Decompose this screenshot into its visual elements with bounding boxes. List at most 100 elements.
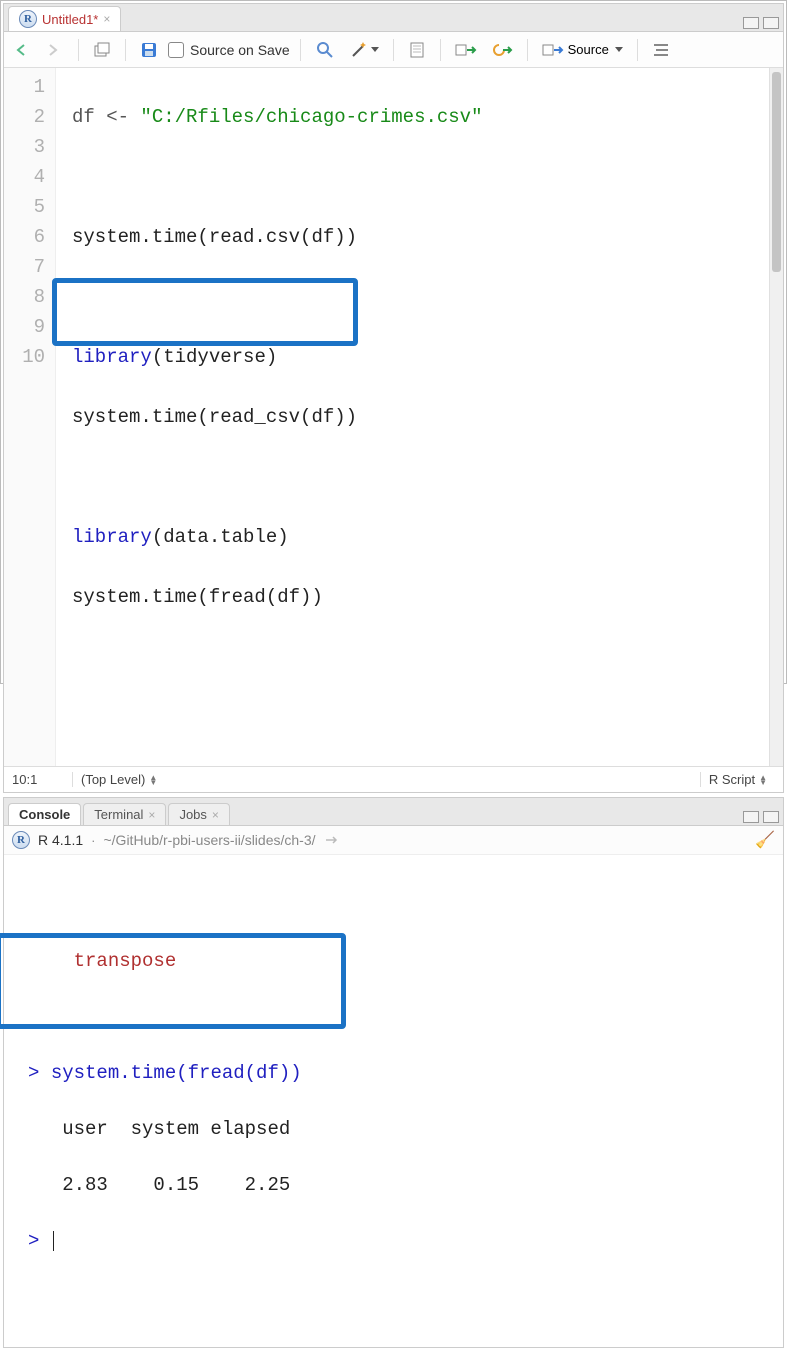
language-label: R Script xyxy=(709,772,755,787)
separator xyxy=(393,39,394,61)
chevron-down-icon xyxy=(371,47,379,52)
wand-icon xyxy=(349,40,369,60)
editor-pane: R Untitled1* × Source on Save xyxy=(3,3,784,793)
console-tabstrip: Console Terminal × Jobs × xyxy=(4,798,783,826)
separator xyxy=(527,39,528,61)
maximize-pane-icon[interactable] xyxy=(763,811,779,823)
console-line: user system elapsed xyxy=(28,1115,771,1143)
linenum: 3 xyxy=(8,132,45,162)
prompt-icon: > xyxy=(28,1062,51,1084)
minimize-pane-icon[interactable] xyxy=(743,811,759,823)
source-on-save-checkbox[interactable] xyxy=(168,42,184,58)
tab-label: Terminal xyxy=(94,807,143,822)
arrow-right-icon xyxy=(46,43,64,57)
notebook-icon xyxy=(408,41,426,59)
source-on-save-label: Source on Save xyxy=(190,42,290,58)
scope-selector[interactable]: (Top Level) ▲▼ xyxy=(72,772,165,787)
close-icon[interactable]: × xyxy=(103,12,110,26)
editor-scrollbar[interactable] xyxy=(769,68,783,766)
window-controls xyxy=(743,811,779,825)
prompt-icon: > xyxy=(28,1230,51,1252)
linenum: 1 xyxy=(8,72,45,102)
scope-label: (Top Level) xyxy=(81,772,145,787)
wd-arrow-icon[interactable] xyxy=(324,834,340,846)
rerun-button[interactable] xyxy=(487,38,517,62)
tab-jobs[interactable]: Jobs × xyxy=(168,803,229,825)
language-selector[interactable]: R Script ▲▼ xyxy=(700,772,775,787)
linenum: 10 xyxy=(8,342,45,372)
code-text[interactable]: df <- "C:/Rfiles/chicago-crimes.csv" sys… xyxy=(56,68,783,766)
updown-icon: ▲▼ xyxy=(149,775,157,785)
code-tools-button[interactable] xyxy=(345,38,383,62)
code-token: df <- xyxy=(72,106,140,128)
back-button[interactable] xyxy=(10,38,36,62)
working-directory: ~/GitHub/r-pbi-users-ii/slides/ch-3/ xyxy=(103,832,315,848)
close-icon[interactable]: × xyxy=(148,808,155,822)
tab-title: Untitled1* xyxy=(42,12,98,27)
forward-button[interactable] xyxy=(42,38,68,62)
show-in-new-window-button[interactable] xyxy=(89,38,115,62)
tab-label: Jobs xyxy=(179,807,206,822)
clear-console-icon[interactable]: 🧹 xyxy=(755,830,775,850)
editor-tabstrip: R Untitled1* × xyxy=(4,4,783,32)
outline-button[interactable] xyxy=(648,38,674,62)
editor-statusbar: 10:1 (Top Level) ▲▼ R Script ▲▼ xyxy=(4,766,783,792)
code-line: system.time(fread(df)) xyxy=(72,582,781,612)
minimize-pane-icon[interactable] xyxy=(743,17,759,29)
separator xyxy=(78,39,79,61)
popout-icon xyxy=(93,42,111,58)
separator xyxy=(125,39,126,61)
linenum: 2 xyxy=(8,102,45,132)
updown-icon: ▲▼ xyxy=(759,775,767,785)
window-controls xyxy=(743,17,779,31)
tab-console[interactable]: Console xyxy=(8,803,81,825)
scrollbar-thumb[interactable] xyxy=(772,72,781,272)
separator xyxy=(300,39,301,61)
rerun-icon xyxy=(491,42,513,58)
r-script-icon: R xyxy=(19,10,37,28)
r-version: R 4.1.1 xyxy=(38,832,83,848)
console-line: transpose xyxy=(28,947,771,975)
separator xyxy=(637,39,638,61)
code-token: (data.table) xyxy=(152,526,289,548)
linenum: 7 xyxy=(8,252,45,282)
arrow-left-icon xyxy=(14,43,32,57)
console-command: system.time(fread(df)) xyxy=(51,1062,302,1084)
console-info-bar: R R 4.1.1 · ~/GitHub/r-pbi-users-ii/slid… xyxy=(4,826,783,855)
maximize-pane-icon[interactable] xyxy=(763,17,779,29)
editor-toolbar: Source on Save Source xyxy=(4,32,783,68)
linenum: 6 xyxy=(8,222,45,252)
tab-untitled1[interactable]: R Untitled1* × xyxy=(8,6,121,31)
tab-label: Console xyxy=(19,807,70,822)
linenum: 8 xyxy=(8,282,45,312)
source-button-label: Source xyxy=(568,42,609,57)
source-icon xyxy=(542,42,564,58)
close-icon[interactable]: × xyxy=(212,808,219,822)
report-button[interactable] xyxy=(404,38,430,62)
code-editor[interactable]: 1 2 3 4 5 6 7 8 9 10 df <- "C:/Rfiles/ch… xyxy=(4,68,783,766)
run-icon xyxy=(455,42,477,58)
chevron-down-icon xyxy=(615,47,623,52)
code-token: library xyxy=(72,346,152,368)
cursor-position: 10:1 xyxy=(12,772,72,787)
linenum: 4 xyxy=(8,162,45,192)
find-button[interactable] xyxy=(311,38,339,62)
source-button[interactable]: Source xyxy=(538,38,627,62)
search-icon xyxy=(315,40,335,60)
code-line: system.time(read_csv(df)) xyxy=(72,402,781,432)
save-button[interactable] xyxy=(136,38,162,62)
console-output[interactable]: transpose > system.time(fread(df)) user … xyxy=(4,855,783,1347)
save-icon xyxy=(140,41,158,59)
tab-terminal[interactable]: Terminal × xyxy=(83,803,166,825)
outline-icon xyxy=(652,42,670,58)
code-token: (tidyverse) xyxy=(152,346,277,368)
r-logo-icon: R xyxy=(12,831,30,849)
separator xyxy=(440,39,441,61)
code-line: system.time(read.csv(df)) xyxy=(72,222,781,252)
run-button[interactable] xyxy=(451,38,481,62)
linenum: 5 xyxy=(8,192,45,222)
line-gutter: 1 2 3 4 5 6 7 8 9 10 xyxy=(4,68,56,766)
console-line: 2.83 0.15 2.25 xyxy=(28,1171,771,1199)
code-token: library xyxy=(72,526,152,548)
code-token: "C:/Rfiles/chicago-crimes.csv" xyxy=(140,106,482,128)
